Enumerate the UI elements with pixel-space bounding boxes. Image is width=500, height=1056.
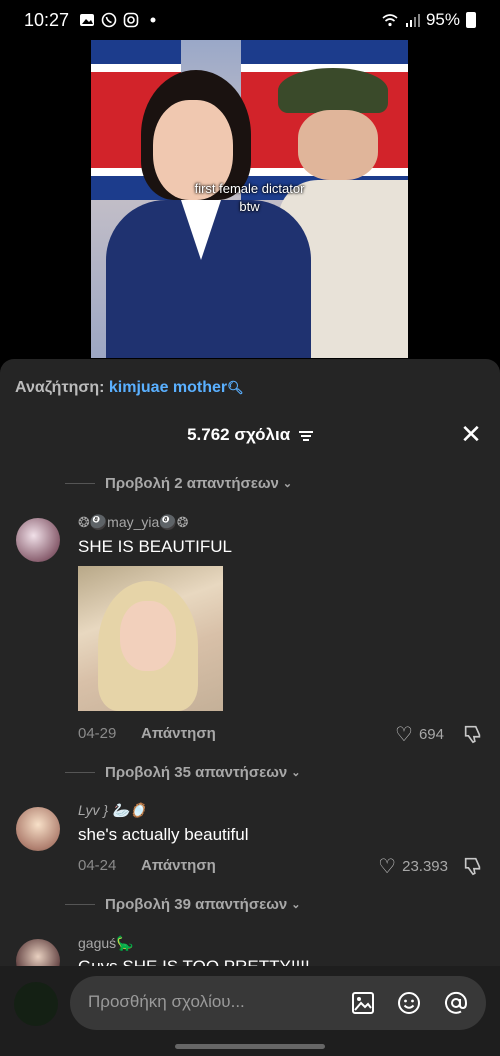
view-replies-label: Προβολή 35 απαντήσεων: [105, 764, 288, 781]
comment-composer: Προσθήκη σχολίου...: [0, 966, 500, 1056]
caption-line: btw: [239, 199, 260, 214]
status-bar: 10:27 95%: [0, 0, 500, 40]
comment-date: 04-29: [78, 725, 117, 742]
comment-input[interactable]: Προσθήκη σχολίου...: [70, 976, 486, 1030]
chevron-down-icon: ⌄: [291, 899, 301, 911]
comment-date: 04-24: [78, 857, 117, 874]
status-time: 10:27: [24, 9, 70, 30]
heart-icon: ♡: [395, 724, 413, 746]
instagram-icon: [123, 12, 139, 28]
heart-icon: ♡: [378, 856, 397, 878]
comments-count: 5.762 σχόλια: [187, 425, 291, 444]
chevron-down-icon: ⌄: [291, 767, 301, 779]
reply-button[interactable]: Απάντηση: [141, 725, 216, 742]
comment-text: she's actually beautiful: [78, 825, 249, 844]
whatsapp-icon: [101, 12, 117, 28]
like-button[interactable]: ♡ 23.393: [378, 854, 448, 879]
comment-image[interactable]: [78, 566, 223, 711]
search-label: Αναζήτηση:: [15, 379, 105, 396]
my-avatar: [14, 982, 58, 1026]
comment-username[interactable]: gaguś🦕: [78, 935, 134, 952]
wifi-icon: [382, 14, 398, 27]
officer-face: [298, 110, 378, 180]
home-indicator: [175, 1044, 325, 1049]
emoji-icon[interactable]: [396, 990, 422, 1016]
comment-username[interactable]: ❂🎱may_yia🎱❂: [78, 514, 188, 531]
view-replies-label: Προβολή 39 απαντήσεων: [105, 896, 288, 913]
gallery-icon: [80, 14, 95, 26]
battery-icon: [466, 12, 476, 28]
view-replies-button[interactable]: Προβολή 2 απαντήσεων ⌄: [65, 475, 292, 492]
like-button[interactable]: ♡ 694: [395, 722, 444, 747]
dot-icon: [150, 17, 156, 23]
search-term[interactable]: kimjuae mother: [109, 379, 227, 396]
comment-username[interactable]: Lyv } 🦢🪞: [78, 802, 147, 819]
avatar[interactable]: [16, 807, 60, 851]
filter-icon[interactable]: [298, 429, 313, 443]
like-count: 23.393: [402, 858, 448, 875]
comments-sheet: Αναζήτηση: kimjuae mother🔍︎ 5.762 σχόλια…: [0, 359, 500, 1056]
officer-cap: [278, 68, 388, 113]
video-player[interactable]: first female dictator btw: [91, 40, 408, 358]
comment-input-placeholder: Προσθήκη σχολίου...: [88, 992, 245, 1011]
signal-icon: [405, 14, 420, 27]
view-replies-button[interactable]: Προβολή 35 απαντήσεων ⌄: [65, 764, 300, 781]
video-caption: first female dictator btw: [91, 180, 408, 216]
view-replies-label: Προβολή 2 απαντήσεων: [105, 475, 279, 492]
caption-line: first female dictator: [194, 181, 305, 196]
view-replies-button[interactable]: Προβολή 39 απαντήσεων ⌄: [65, 896, 300, 913]
reply-button[interactable]: Απάντηση: [141, 857, 216, 874]
mention-icon[interactable]: [443, 990, 469, 1016]
dislike-icon[interactable]: [462, 723, 484, 745]
dislike-icon[interactable]: [462, 855, 484, 877]
comment-text: SHE IS BEAUTIFUL: [78, 537, 232, 556]
search-icon: 🔍︎: [227, 380, 244, 395]
like-count: 694: [418, 726, 444, 743]
avatar[interactable]: [16, 518, 60, 562]
comments-header: 5.762 σχόλια: [0, 425, 500, 445]
battery-percent: 95%: [425, 10, 460, 29]
search-suggestion[interactable]: Αναζήτηση: kimjuae mother🔍︎: [15, 379, 244, 397]
chevron-down-icon: ⌄: [282, 478, 293, 490]
image-icon[interactable]: [350, 990, 376, 1016]
close-button[interactable]: ✕: [458, 421, 484, 447]
